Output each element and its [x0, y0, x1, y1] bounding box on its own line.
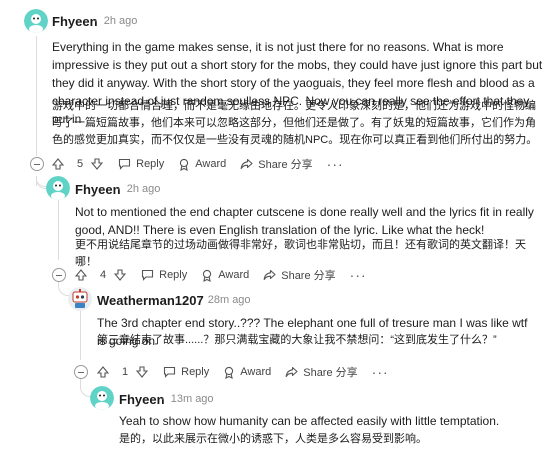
username[interactable]: Fhyeen: [52, 14, 98, 29]
comment-body-zh: 是的，以此来展示在微小的诱惑下，人类是多么容易受到影响。: [119, 433, 427, 445]
share-icon: [263, 269, 276, 281]
separator: ·: [198, 294, 202, 306]
avatar[interactable]: [46, 176, 70, 200]
more-options-button[interactable]: ···: [327, 156, 344, 172]
separator: ·: [161, 393, 165, 405]
award-button[interactable]: Award: [223, 366, 271, 379]
downvote-icon[interactable]: [136, 366, 149, 378]
more-options-button[interactable]: ···: [350, 267, 367, 283]
reply-label: Reply: [136, 158, 165, 170]
vote-group: 5: [52, 158, 108, 170]
award-button[interactable]: Award: [201, 269, 249, 282]
award-label: Award: [240, 366, 272, 378]
share-button[interactable]: Share 分享: [240, 156, 313, 172]
share-icon: [285, 366, 298, 378]
comment-body-zh: 第三章结束了故事......？那只满载宝藏的大象让我不禁想问：“这到底发生了什么…: [97, 334, 497, 346]
reply-button[interactable]: Reply: [141, 269, 187, 281]
collapse-thread-button[interactable]: [52, 268, 66, 282]
username[interactable]: Fhyeen: [75, 182, 121, 197]
comment-body-en: Not to mentioned the end chapter cutscen…: [75, 205, 534, 237]
timestamp[interactable]: 2h ago: [104, 15, 138, 27]
avatar[interactable]: [90, 386, 114, 410]
comment-actions: 5 Reply Award Share 分享 ···: [52, 153, 358, 175]
award-label: Award: [195, 158, 227, 170]
award-icon: [225, 366, 234, 379]
upvote-icon[interactable]: [97, 366, 109, 378]
speech-bubble-icon: [164, 366, 176, 378]
share-label: Share 分享: [258, 159, 313, 171]
username[interactable]: Fhyeen: [119, 392, 165, 407]
comment-actions: 1 Reply Award Share 分享 ···: [97, 361, 403, 383]
comment-body-en: Yeah to show how humanity can be affecte…: [119, 414, 500, 428]
thread-line[interactable]: [58, 200, 59, 260]
award-icon: [180, 158, 189, 171]
collapse-thread-button[interactable]: [30, 157, 44, 171]
share-button[interactable]: Share 分享: [263, 267, 336, 283]
thread-line[interactable]: [36, 36, 37, 156]
speech-bubble-icon: [119, 158, 131, 170]
vote-group: 4: [75, 269, 131, 281]
comment-meta: · 28m ago: [198, 294, 251, 306]
timestamp[interactable]: 28m ago: [208, 294, 251, 306]
comment-meta: · 13m ago: [161, 393, 214, 405]
reply-label: Reply: [181, 366, 210, 378]
vote-count: 5: [77, 158, 84, 170]
award-icon: [203, 269, 212, 282]
reply-button[interactable]: Reply: [118, 158, 164, 170]
separator: ·: [94, 15, 98, 27]
award-label: Award: [218, 269, 250, 281]
reply-button[interactable]: Reply: [163, 366, 209, 378]
username[interactable]: Weatherman1207: [97, 293, 204, 308]
share-icon: [240, 158, 253, 170]
comment-actions: 4 Reply Award Share 分享 ···: [75, 264, 381, 286]
downvote-icon[interactable]: [114, 269, 127, 281]
vote-count: 4: [100, 269, 107, 281]
share-label: Share 分享: [303, 367, 358, 379]
collapse-thread-button[interactable]: [74, 365, 88, 379]
speech-bubble-icon: [142, 269, 154, 281]
share-label: Share 分享: [281, 270, 336, 282]
share-button[interactable]: Share 分享: [285, 364, 358, 380]
award-button[interactable]: Award: [178, 158, 226, 171]
more-options-button[interactable]: ···: [372, 364, 389, 380]
comment-body-zh: 游戏中的一切都合情合理，而不是毫无缘由地存在。更令人印象深刻的是，他们还为游戏中…: [52, 100, 538, 146]
comment-meta: · 2h ago: [117, 183, 160, 195]
thread-line[interactable]: [80, 308, 81, 360]
upvote-icon[interactable]: [52, 158, 64, 170]
avatar[interactable]: [68, 287, 92, 311]
avatar[interactable]: [24, 9, 48, 33]
upvote-icon[interactable]: [75, 269, 87, 281]
timestamp[interactable]: 13m ago: [171, 393, 214, 405]
downvote-icon[interactable]: [91, 158, 104, 170]
comment-meta: · 2h ago: [94, 15, 137, 27]
vote-count: 1: [122, 366, 129, 378]
reply-label: Reply: [159, 269, 188, 281]
separator: ·: [117, 183, 121, 195]
timestamp[interactable]: 2h ago: [127, 183, 161, 195]
vote-group: 1: [97, 366, 153, 378]
